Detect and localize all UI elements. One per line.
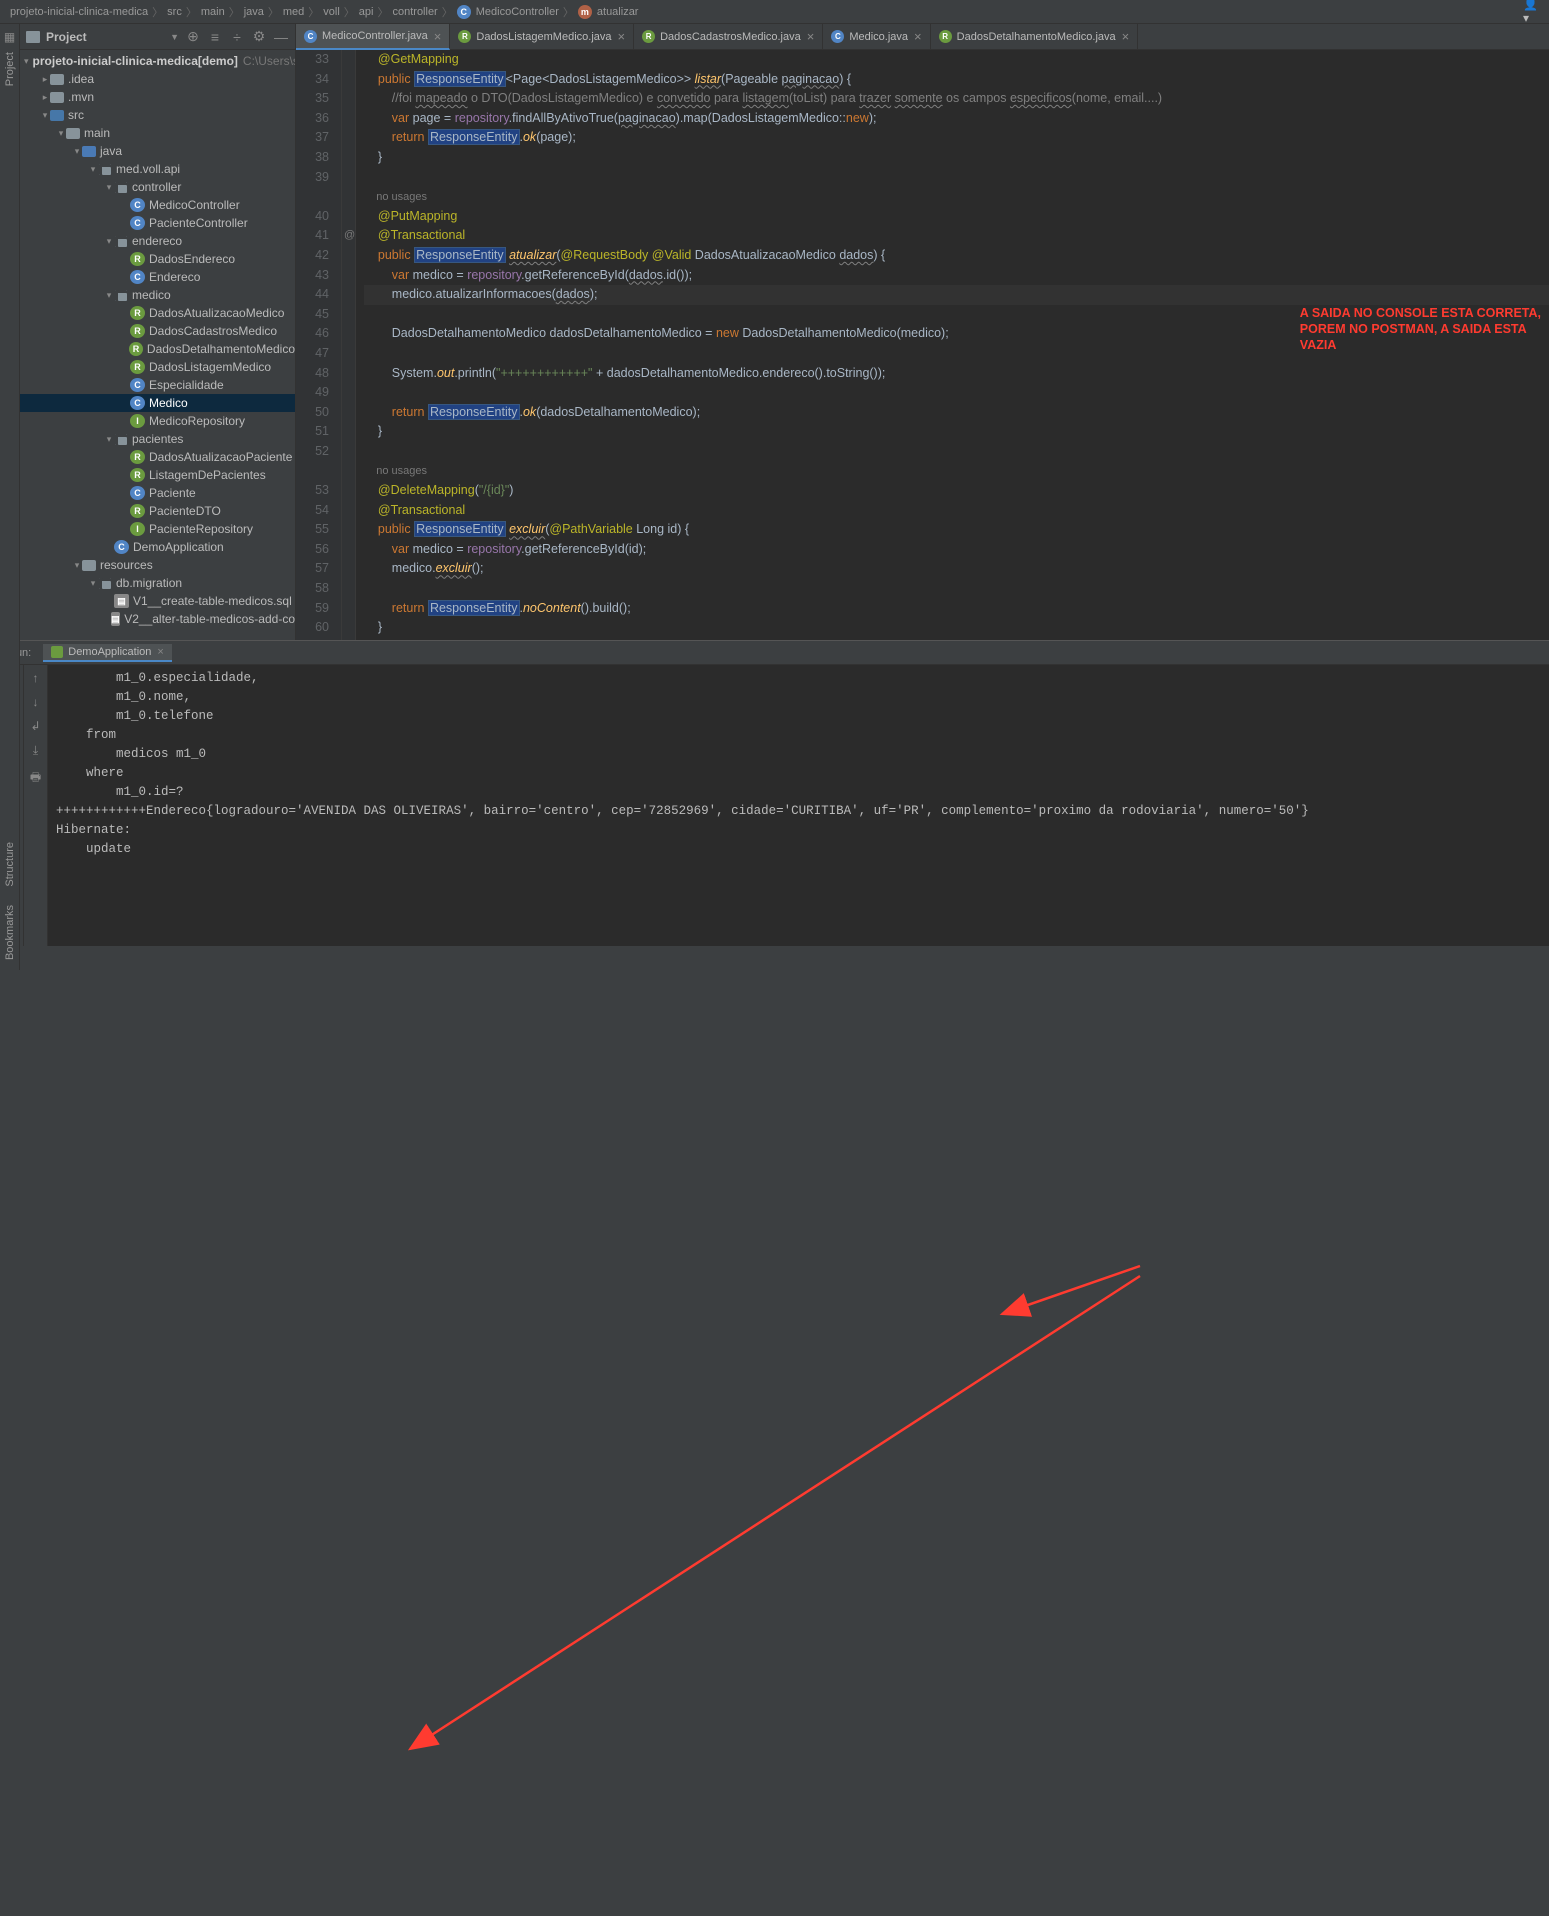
tree-item[interactable]: CEndereco xyxy=(20,268,295,286)
editor-tab[interactable]: RDadosDetalhamentoMedico.java× xyxy=(931,24,1139,49)
tree-item[interactable]: CMedicoController xyxy=(20,196,295,214)
tree-item[interactable]: CMedico xyxy=(20,394,295,412)
project-tool-icon[interactable]: ▦ xyxy=(4,30,15,44)
left-tool-gutter: ▦ Project xyxy=(0,24,20,640)
console-output[interactable]: m1_0.especialidade, m1_0.nome, m1_0.tele… xyxy=(48,665,1549,946)
up-arrow-icon[interactable]: ↑ xyxy=(33,671,39,685)
tree-item[interactable]: CDemoApplication xyxy=(20,538,295,556)
soft-wrap-icon[interactable]: ↲ xyxy=(30,719,40,733)
tree-root[interactable]: ▾projeto-inicial-clinica-medica [demo]C:… xyxy=(20,52,295,70)
annotation-line: POREM NO POSTMAN, A SAIDA ESTA xyxy=(1300,321,1541,337)
close-icon[interactable]: × xyxy=(1122,29,1130,44)
tree-item[interactable]: ▾med.voll.api xyxy=(20,160,295,178)
tree-item[interactable]: ▾java xyxy=(20,142,295,160)
tree-item[interactable]: RDadosListagemMedico xyxy=(20,358,295,376)
run-header: Run: DemoApplication × xyxy=(0,641,1549,665)
tree-item[interactable]: RDadosAtualizacaoMedico xyxy=(20,304,295,322)
close-icon[interactable]: × xyxy=(157,646,163,658)
class-icon: C xyxy=(457,5,471,19)
chevron-down-icon[interactable]: ▼ xyxy=(170,32,179,42)
annotation-line: VAZIA xyxy=(1300,337,1541,353)
tree-item[interactable]: CEspecialidade xyxy=(20,376,295,394)
editor-tab[interactable]: CMedico.java× xyxy=(823,24,930,49)
run-sub-toolbar: ↑ ↓ ↲ ⤓ 🖶 xyxy=(24,665,48,946)
crumb[interactable]: api xyxy=(359,6,374,18)
fold-column[interactable]: @ xyxy=(342,50,356,640)
editor-tab[interactable]: CMedicoController.java× xyxy=(296,24,450,50)
tree-item[interactable]: CPaciente xyxy=(20,484,295,502)
crumb[interactable]: MedicoController xyxy=(476,6,559,18)
tree-item[interactable]: RDadosCadastrosMedico xyxy=(20,322,295,340)
tree-item[interactable]: ▤V2__alter-table-medicos-add-co xyxy=(20,610,295,628)
annotation-arrows xyxy=(0,946,1549,1916)
tree-item[interactable]: ▾src xyxy=(20,106,295,124)
tree-item[interactable]: RDadosDetalhamentoMedico xyxy=(20,340,295,358)
tree-item[interactable]: ▾controller xyxy=(20,178,295,196)
user-annotation: A SAIDA NO CONSOLE ESTA CORRETA, POREM N… xyxy=(1300,305,1541,353)
project-tool-button[interactable]: Project xyxy=(4,52,16,86)
settings-icon[interactable]: ⚙ xyxy=(251,29,267,45)
tree-item[interactable]: ▾endereco xyxy=(20,232,295,250)
tree-item[interactable]: ▾pacientes xyxy=(20,430,295,448)
structure-tool-button[interactable]: Structure xyxy=(4,842,16,887)
select-opened-file-icon[interactable]: ⊕ xyxy=(185,29,201,45)
tree-item[interactable]: ▾main xyxy=(20,124,295,142)
tree-item[interactable]: ▤V1__create-table-medicos.sql xyxy=(20,592,295,610)
collapse-all-icon[interactable]: ÷ xyxy=(229,29,245,45)
crumb[interactable]: med xyxy=(283,6,304,18)
hide-icon[interactable]: — xyxy=(273,29,289,45)
close-icon[interactable]: × xyxy=(914,29,922,44)
crumb[interactable]: src xyxy=(167,6,182,18)
scroll-to-end-icon[interactable]: ⤓ xyxy=(33,743,38,758)
project-panel-title[interactable]: Project xyxy=(46,30,166,44)
close-icon[interactable]: × xyxy=(434,29,442,44)
crumb[interactable]: controller xyxy=(392,6,437,18)
tree-item[interactable]: ▾resources xyxy=(20,556,295,574)
tree-item[interactable]: RPacienteDTO xyxy=(20,502,295,520)
run-tool-window: Run: DemoApplication × ↻ 🔧 ■ ⎋ ▭ 🗑 ↑ ↓ ↲… xyxy=(0,640,1549,946)
crumb[interactable]: atualizar xyxy=(597,6,639,18)
crumb[interactable]: projeto-inicial-clinica-medica xyxy=(10,6,148,18)
breadcrumb: projeto-inicial-clinica-medica〉 src〉 mai… xyxy=(0,0,1549,24)
run-tab-label: DemoApplication xyxy=(68,646,151,658)
project-panel: Project ▼ ⊕ ≡ ÷ ⚙ — ▾projeto-inicial-cli… xyxy=(20,24,296,640)
tree-item[interactable]: ▾medico xyxy=(20,286,295,304)
tree-item[interactable]: RDadosEndereco xyxy=(20,250,295,268)
crumb[interactable]: java xyxy=(244,6,264,18)
annotation-line: A SAIDA NO CONSOLE ESTA CORRETA, xyxy=(1300,305,1541,321)
spring-icon xyxy=(51,646,63,658)
tree-item[interactable]: ▸.idea xyxy=(20,70,295,88)
line-number-gutter: 3334353637383940414243444546474849505152… xyxy=(296,50,342,640)
folder-icon xyxy=(26,31,40,43)
crumb[interactable]: voll xyxy=(323,6,340,18)
tree-item[interactable]: RDadosAtualizacaoPaciente xyxy=(20,448,295,466)
tree-item[interactable]: ▾db.migration xyxy=(20,574,295,592)
method-icon: m xyxy=(578,5,592,19)
crumb[interactable]: main xyxy=(201,6,225,18)
print-icon[interactable]: 🖶 xyxy=(30,768,41,789)
run-config-tab[interactable]: DemoApplication × xyxy=(43,644,172,662)
tree-item[interactable]: CPacienteController xyxy=(20,214,295,232)
editor-tab[interactable]: RDadosCadastrosMedico.java× xyxy=(634,24,823,49)
expand-all-icon[interactable]: ≡ xyxy=(207,29,223,45)
editor-tabs: CMedicoController.java×RDadosListagemMed… xyxy=(296,24,1549,50)
close-icon[interactable]: × xyxy=(807,29,815,44)
tree-item[interactable]: IPacienteRepository xyxy=(20,520,295,538)
project-panel-header: Project ▼ ⊕ ≡ ÷ ⚙ — xyxy=(20,24,295,50)
down-arrow-icon[interactable]: ↓ xyxy=(33,695,39,709)
project-tree[interactable]: ▾projeto-inicial-clinica-medica [demo]C:… xyxy=(20,50,295,640)
user-avatar-button[interactable]: 👤▾ xyxy=(1523,3,1541,19)
close-icon[interactable]: × xyxy=(618,29,626,44)
bookmarks-tool-button[interactable]: Bookmarks xyxy=(4,905,16,960)
tree-item[interactable]: IMedicoRepository xyxy=(20,412,295,430)
editor-tab[interactable]: RDadosListagemMedico.java× xyxy=(450,24,634,49)
tree-item[interactable]: ▸.mvn xyxy=(20,88,295,106)
tree-item[interactable]: RListagemDePacientes xyxy=(20,466,295,484)
override-icon[interactable]: @ xyxy=(344,226,355,246)
